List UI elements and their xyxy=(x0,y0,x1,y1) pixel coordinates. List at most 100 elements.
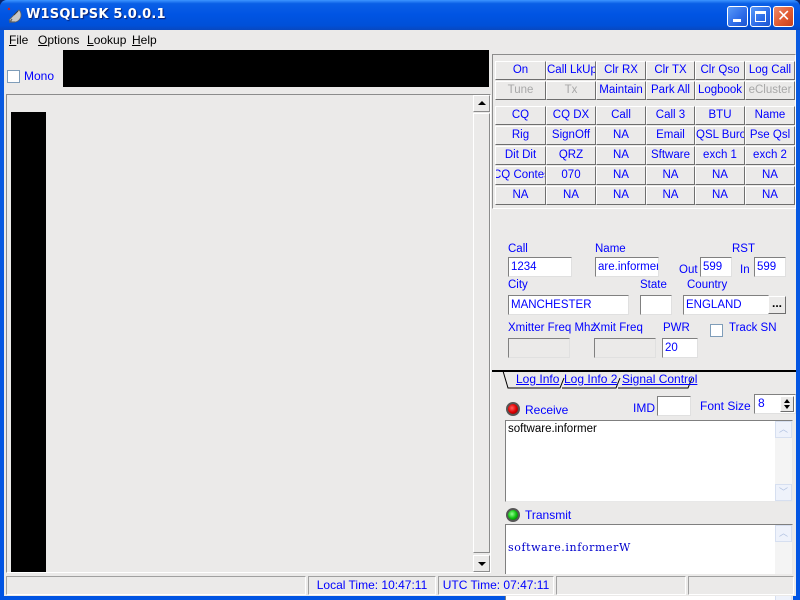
macro-button[interactable]: NA xyxy=(596,186,646,205)
macro-button[interactable]: Rig xyxy=(495,126,546,145)
maintain-button[interactable]: Maintain xyxy=(596,81,646,100)
park-all-button[interactable]: Park All xyxy=(646,81,695,100)
tab-signal-control[interactable]: Signal Control xyxy=(622,372,697,388)
logbook-button[interactable]: Logbook xyxy=(695,81,745,100)
transmit-led-icon xyxy=(506,508,520,522)
macro-button[interactable]: Pse Qsl xyxy=(745,126,795,145)
menu-bar: File Options Lookup Help xyxy=(4,30,796,49)
macro-button[interactable]: NA xyxy=(546,186,596,205)
macro-button[interactable]: NA xyxy=(745,166,795,185)
chevron-up-icon[interactable]: ︿ xyxy=(775,421,792,438)
vertical-scrollbar[interactable] xyxy=(473,95,490,572)
macro-button[interactable]: exch 1 xyxy=(695,146,745,165)
status-panel-5 xyxy=(688,576,794,595)
macro-button[interactable]: 070 xyxy=(546,166,596,185)
ecluster-button[interactable]: eCluster xyxy=(745,81,795,100)
name-field[interactable]: are.informer xyxy=(595,257,659,277)
minimize-icon xyxy=(733,19,741,22)
macro-button[interactable]: NA xyxy=(695,166,745,185)
macro-button[interactable]: CQ Contes xyxy=(495,166,546,185)
pwr-field[interactable]: 20 xyxy=(662,338,698,358)
spin-down-icon xyxy=(784,405,790,409)
tx-button[interactable]: Tx xyxy=(546,81,596,100)
macro-button[interactable]: Email xyxy=(646,126,695,145)
macro-button[interactable]: Call xyxy=(596,106,646,125)
clear-rx-button[interactable]: Clr RX xyxy=(596,61,646,80)
macro-button[interactable]: NA xyxy=(695,186,745,205)
tab-log-info[interactable]: Log Info xyxy=(516,372,559,388)
receive-scrollbar[interactable]: ︿ ﹀ xyxy=(775,421,792,501)
mono-checkbox[interactable] xyxy=(7,70,20,83)
macro-button[interactable]: NA xyxy=(596,146,646,165)
macro-button[interactable]: NA xyxy=(596,166,646,185)
minimize-button[interactable] xyxy=(727,6,748,27)
macro-button[interactable]: CQ xyxy=(495,106,546,125)
scroll-thumb[interactable] xyxy=(473,113,490,553)
macro-button[interactable]: Sftware xyxy=(646,146,695,165)
title-bar[interactable]: W1SQLPSK 5.0.0.1 ✕ xyxy=(0,0,800,30)
maximize-button[interactable] xyxy=(750,6,771,27)
xmit-freq-field[interactable] xyxy=(594,338,656,358)
macro-button[interactable]: NA xyxy=(596,126,646,145)
spin-up-icon xyxy=(784,399,790,403)
call-label: Call xyxy=(508,243,528,255)
city-field[interactable]: MANCHESTER xyxy=(508,295,629,315)
track-sn-label: Track SN xyxy=(729,322,777,334)
xmitter-freq-field[interactable] xyxy=(508,338,570,358)
font-size-label: Font Size xyxy=(700,399,751,413)
tune-button[interactable]: Tune xyxy=(495,81,546,100)
macro-button[interactable]: Dit Dit xyxy=(495,146,546,165)
macro-button[interactable]: QRZ xyxy=(546,146,596,165)
arrow-down-icon xyxy=(478,562,486,566)
chevron-up-icon[interactable]: ︿ xyxy=(775,525,792,542)
macro-button[interactable]: QSL Buro xyxy=(695,126,745,145)
macro-button[interactable]: BTU xyxy=(695,106,745,125)
menu-label: ptions xyxy=(47,33,80,47)
rst-in-field[interactable]: 599 xyxy=(754,257,786,277)
macro-button[interactable]: NA xyxy=(745,186,795,205)
menu-file[interactable]: File xyxy=(9,33,28,47)
call-field[interactable]: 1234 xyxy=(508,257,572,277)
country-browse-button[interactable]: ... xyxy=(768,296,786,314)
close-button[interactable]: ✕ xyxy=(773,6,794,27)
macro-button[interactable]: Name xyxy=(745,106,795,125)
macro-button[interactable]: SignOff xyxy=(546,126,596,145)
menu-accel: L xyxy=(87,33,94,47)
menu-help[interactable]: Help xyxy=(132,33,157,47)
scroll-down-button[interactable] xyxy=(473,555,490,572)
country-field[interactable]: ENGLAND xyxy=(683,295,769,315)
clear-qso-button[interactable]: Clr Qso xyxy=(695,61,745,80)
status-panel-4 xyxy=(556,576,686,595)
menu-label: ookup xyxy=(93,33,127,47)
state-field[interactable] xyxy=(640,295,672,315)
name-label: Name xyxy=(595,243,626,255)
log-call-button[interactable]: Log Call xyxy=(745,61,795,80)
rst-in-label: In xyxy=(740,264,750,276)
receive-textbox[interactable]: software.informer ︿ ﹀ xyxy=(505,420,793,502)
status-bar: Local Time: 10:47:11 UTC Time: 07:47:11 xyxy=(4,574,796,596)
chevron-down-icon[interactable]: ﹀ xyxy=(775,484,792,501)
client-area: File Options Lookup Help Mono On Call Lk… xyxy=(4,30,796,600)
imd-field[interactable] xyxy=(657,396,691,416)
on-button[interactable]: On xyxy=(495,61,546,80)
macro-button[interactable]: Call 3 xyxy=(646,106,695,125)
transmit-text: software.informerW xyxy=(508,541,631,554)
font-size-spinner[interactable]: 8 xyxy=(754,394,796,414)
macro-button[interactable]: NA xyxy=(495,186,546,205)
track-sn-checkbox[interactable] xyxy=(710,324,723,337)
macro-button[interactable]: exch 2 xyxy=(745,146,795,165)
call-lookup-button[interactable]: Call LkUp xyxy=(546,61,596,80)
menu-label: ile xyxy=(16,33,29,47)
menu-options[interactable]: Options xyxy=(38,33,79,47)
waterfall-display[interactable] xyxy=(63,50,489,87)
tab-log-info-2[interactable]: Log Info 2 xyxy=(564,372,617,388)
clear-tx-button[interactable]: Clr TX xyxy=(646,61,695,80)
macro-button[interactable]: CQ DX xyxy=(546,106,596,125)
transmit-label: Transmit xyxy=(525,508,572,522)
spinner-arrows[interactable] xyxy=(780,396,794,412)
macro-button[interactable]: NA xyxy=(646,166,695,185)
menu-lookup[interactable]: Lookup xyxy=(87,33,126,47)
macro-button[interactable]: NA xyxy=(646,186,695,205)
scroll-up-button[interactable] xyxy=(473,95,490,112)
rst-out-field[interactable]: 599 xyxy=(700,257,732,277)
